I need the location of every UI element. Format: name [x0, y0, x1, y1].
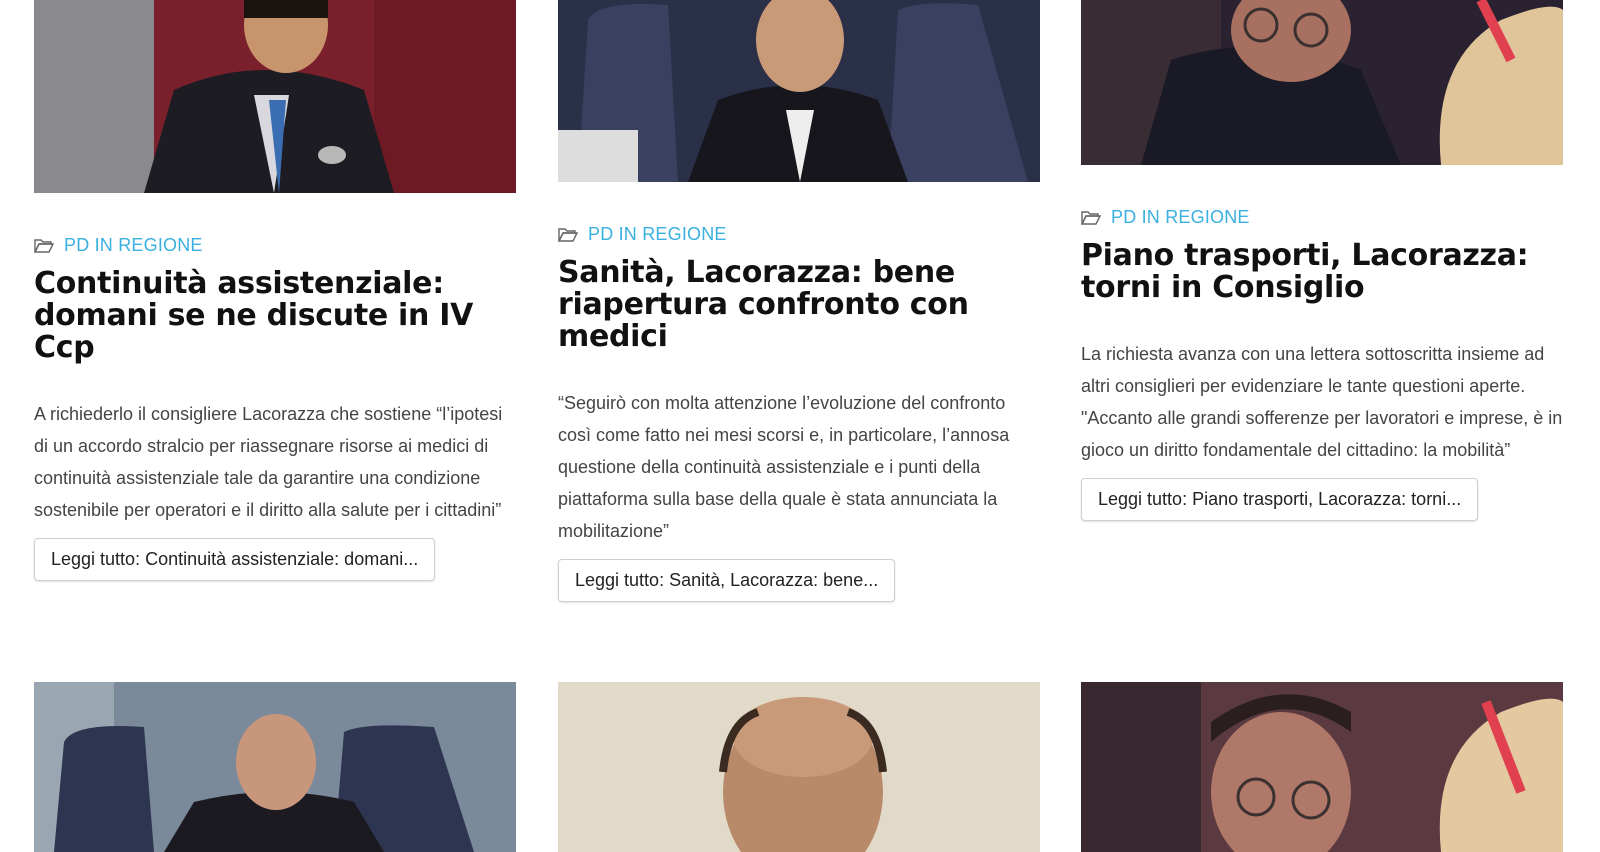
article-title-2[interactable]: Sanità, Lacorazza: bene riapertura confr… [558, 257, 1040, 353]
article-category-1[interactable]: PD IN REGIONE [34, 235, 516, 256]
article-excerpt-3: La richiesta avanza con una lettera sott… [1081, 344, 1563, 460]
article-image-2[interactable] [558, 0, 1040, 182]
folder-open-icon [34, 238, 54, 253]
article-category-2[interactable]: PD IN REGIONE [558, 224, 1040, 245]
article-image-6[interactable] [1081, 682, 1563, 852]
article-title-3[interactable]: Piano trasporti, Lacorazza: torni in Con… [1081, 240, 1563, 304]
article-title-1[interactable]: Continuità assistenziale: domani se ne d… [34, 268, 516, 364]
article-image-5[interactable] [558, 682, 1040, 852]
article-category-3[interactable]: PD IN REGIONE [1081, 207, 1563, 228]
category-label[interactable]: PD IN REGIONE [588, 224, 727, 245]
article-card-2: PD IN REGIONE Sanità, Lacorazza: bene ri… [558, 0, 1040, 602]
folder-open-icon [558, 227, 578, 242]
category-label[interactable]: PD IN REGIONE [64, 235, 203, 256]
article-excerpt-1: A richiederlo il consigliere Lacorazza c… [34, 404, 503, 520]
article-image-3[interactable] [1081, 0, 1563, 165]
read-more-button-1[interactable]: Leggi tutto: Continuità assistenziale: d… [34, 538, 436, 581]
read-more-button-2[interactable]: Leggi tutto: Sanità, Lacorazza: bene... [558, 559, 896, 602]
folder-open-icon [1081, 210, 1101, 225]
article-card-1: PD IN REGIONE Continuità assistenziale: … [34, 0, 516, 581]
category-label[interactable]: PD IN REGIONE [1111, 207, 1250, 228]
article-card-3: PD IN REGIONE Piano trasporti, Lacorazza… [1081, 0, 1563, 521]
article-image-4[interactable] [34, 682, 516, 852]
article-excerpt-2: “Seguirò con molta attenzione l’evoluzio… [558, 393, 1010, 541]
read-more-button-3[interactable]: Leggi tutto: Piano trasporti, Lacorazza:… [1081, 478, 1479, 521]
article-image-1[interactable] [34, 0, 516, 193]
